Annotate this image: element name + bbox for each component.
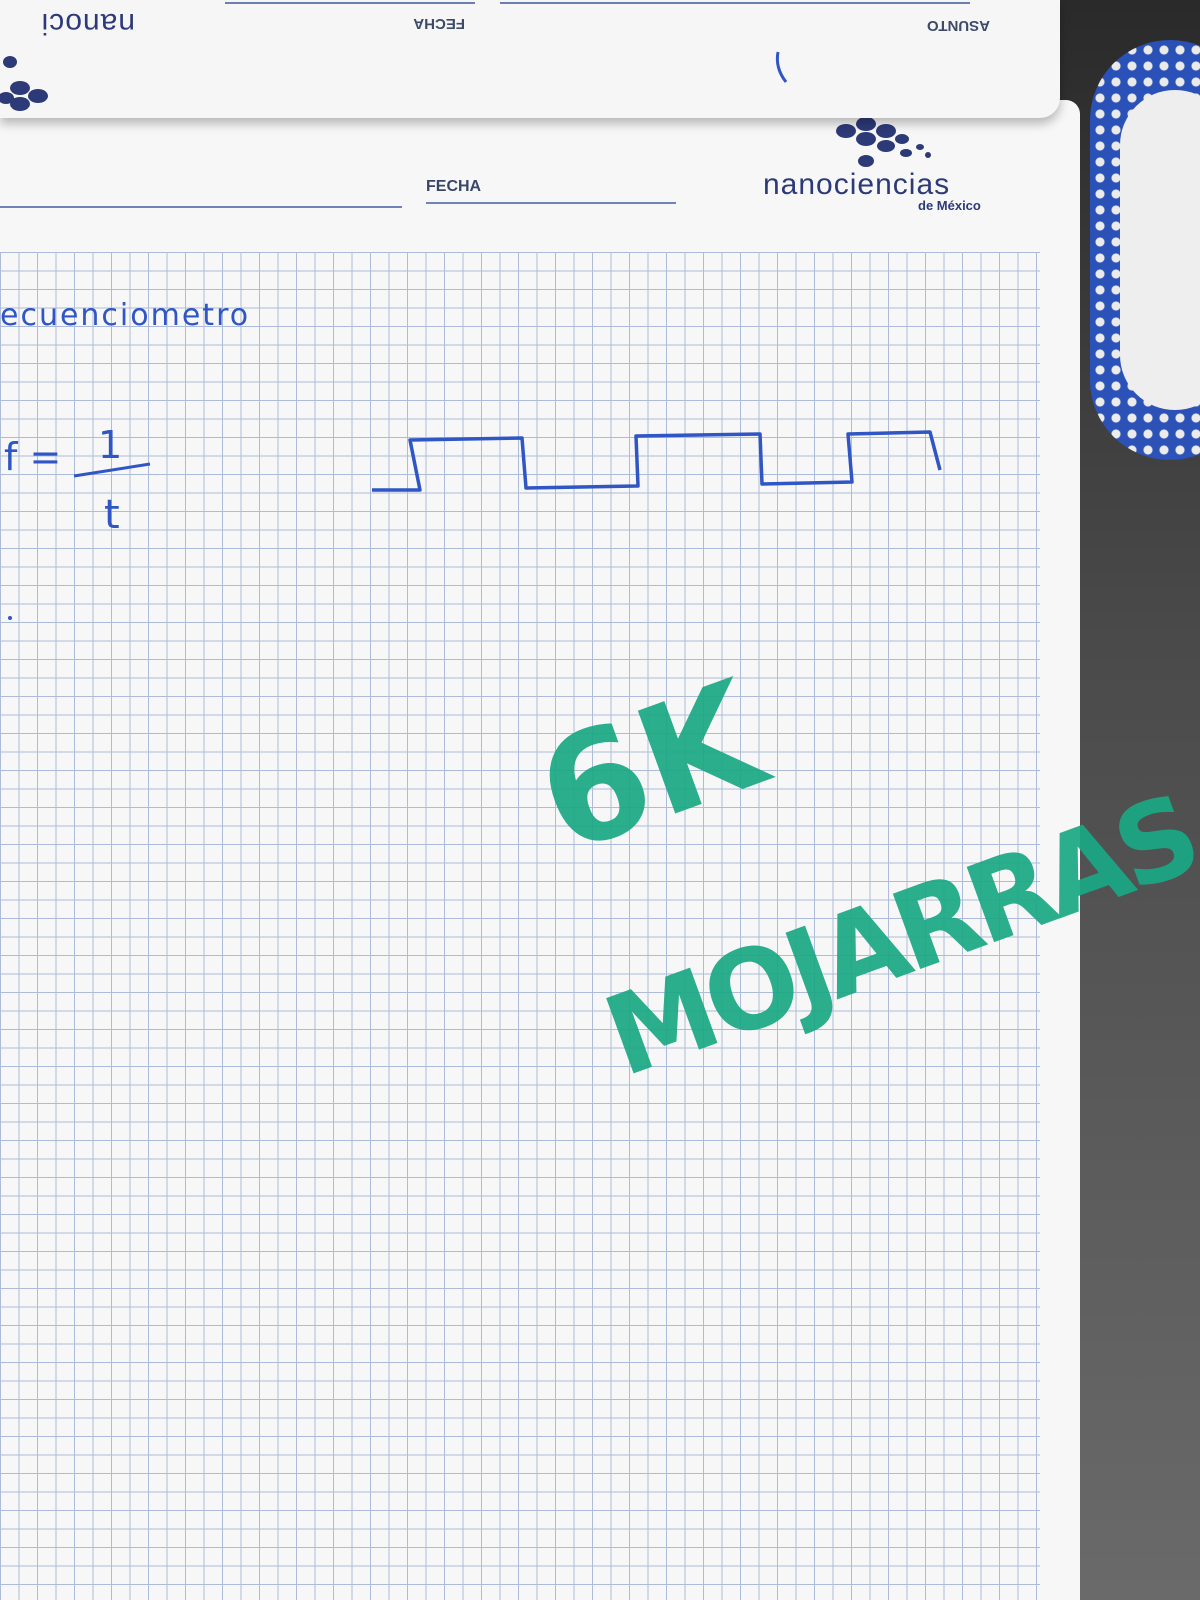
handwritten-drawings: f = 1 t 6K MOJARRAS <box>4 423 1200 1101</box>
ink-dot <box>8 616 12 620</box>
square-wave <box>372 430 942 492</box>
formula-f: f = <box>4 435 61 479</box>
formula-numerator: 1 <box>98 423 122 467</box>
green-marker-line1: 6K <box>517 647 788 888</box>
formula-denominator: t <box>104 492 120 538</box>
